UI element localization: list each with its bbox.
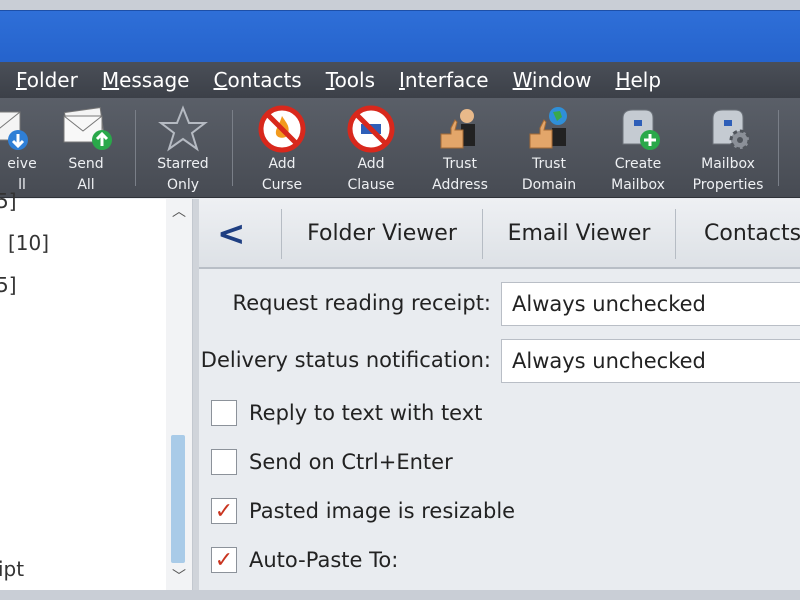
menu-window-rest: indow [531,68,592,92]
folder-item-fragment[interactable]: ipt [0,557,24,581]
reading-receipt-select[interactable]: Always unchecked [501,282,800,326]
pasted-image-option[interactable]: ✓ Pasted image is resizable [211,496,515,526]
mailbox-gear-icon [712,109,751,151]
trust-domain-button[interactable]: Trust Domain [507,102,591,194]
trust-address-button[interactable]: Trust Address [418,102,502,194]
reading-receipt-label: Request reading receipt: [232,291,491,315]
title-bar [0,10,800,62]
toolbar: eive ll Send All Starred Only Add Curse [0,98,800,198]
back-arrow-icon[interactable]: < [209,209,279,259]
send-mail-icon [63,107,112,150]
add-clause-button[interactable]: Add Clause [329,102,413,194]
menu-message[interactable]: Message [102,68,190,92]
folder-item-fragment[interactable]: 5] [0,273,17,297]
send-all-button[interactable]: Send All [44,102,128,194]
delivery-status-label: Delivery status notification: [200,348,491,372]
menu-interface-rest: nterface [404,68,489,92]
send-ctrl-enter-label: Send on Ctrl+Enter [249,450,453,474]
menu-folder[interactable]: Folder [16,68,78,92]
tab-separator [482,209,483,259]
create-mailbox-button[interactable]: Create Mailbox [596,102,680,194]
receive-mail-icon [0,111,28,150]
menu-tools[interactable]: Tools [326,68,375,92]
send-ctrl-enter-option[interactable]: Send on Ctrl+Enter [211,447,453,477]
toolbar-separator [232,110,233,186]
scroll-down-icon[interactable]: ﹀ [166,566,192,588]
star-icon [158,105,208,152]
pasted-image-label: Pasted image is resizable [249,499,516,523]
menu-contacts[interactable]: Contacts [213,68,301,92]
pasted-image-checkbox[interactable]: ✓ [211,498,237,524]
tab-email-viewer[interactable]: Email Viewer [484,209,674,259]
add-curse-button[interactable]: Add Curse [240,102,324,194]
thumbs-up-person-icon [440,109,475,149]
folder-tree-scrollbar[interactable]: ︿ ﹀ [166,199,192,590]
menu-message-rest: essage [119,68,190,92]
toolbar-separator [778,110,779,186]
scroll-thumb[interactable] [171,435,185,563]
tab-contacts[interactable]: Contacts [677,209,800,259]
send-ctrl-enter-checkbox[interactable] [211,449,237,475]
menu-contacts-rest: ontacts [227,68,302,92]
no-fire-icon [258,105,306,153]
delivery-status-select[interactable]: Always unchecked [501,339,800,383]
tab-separator [675,209,676,259]
no-sign-icon [347,105,395,153]
window-frame-top [0,0,800,10]
receive-all-button[interactable]: eive ll [0,102,44,194]
folder-tree-pane[interactable]: 5] [10] 5] ipt ︿ ﹀ [0,189,193,590]
folder-item-fragment[interactable]: 5] [0,189,17,213]
auto-paste-checkbox[interactable]: ✓ [211,547,237,573]
reply-text-label: Reply to text with text [249,401,483,425]
auto-paste-label: Auto-Paste To: [249,548,399,572]
settings-pane: < Folder Viewer Email Viewer Contacts Re… [199,199,800,590]
starred-only-button[interactable]: Starred Only [141,102,225,194]
menu-help-rest: elp [630,68,662,92]
menu-help[interactable]: Help [615,68,661,92]
tab-separator [281,209,282,259]
menu-interface[interactable]: Interface [399,68,489,92]
mailbox-properties-button[interactable]: Mailbox Properties [686,102,770,194]
auto-paste-option[interactable]: ✓ Auto-Paste To: [211,545,398,575]
toolbar-separator [135,110,136,186]
menu-folder-rest: older [26,68,78,92]
mailbox-add-icon [622,109,660,150]
folder-item-fragment[interactable]: [10] [8,231,49,255]
view-tab-bar: < Folder Viewer Email Viewer Contacts [199,199,800,269]
tab-folder-viewer[interactable]: Folder Viewer [283,209,481,259]
reply-text-checkbox[interactable] [211,400,237,426]
window-frame-bottom [0,590,800,600]
menu-tools-rest: ools [334,68,376,92]
reply-text-option[interactable]: Reply to text with text [211,398,482,428]
thumbs-up-globe-icon [529,107,567,149]
menu-bar: Folder Message Contacts Tools Interface … [0,62,800,98]
scroll-up-icon[interactable]: ︿ [166,201,192,223]
menu-window[interactable]: Window [513,68,592,92]
